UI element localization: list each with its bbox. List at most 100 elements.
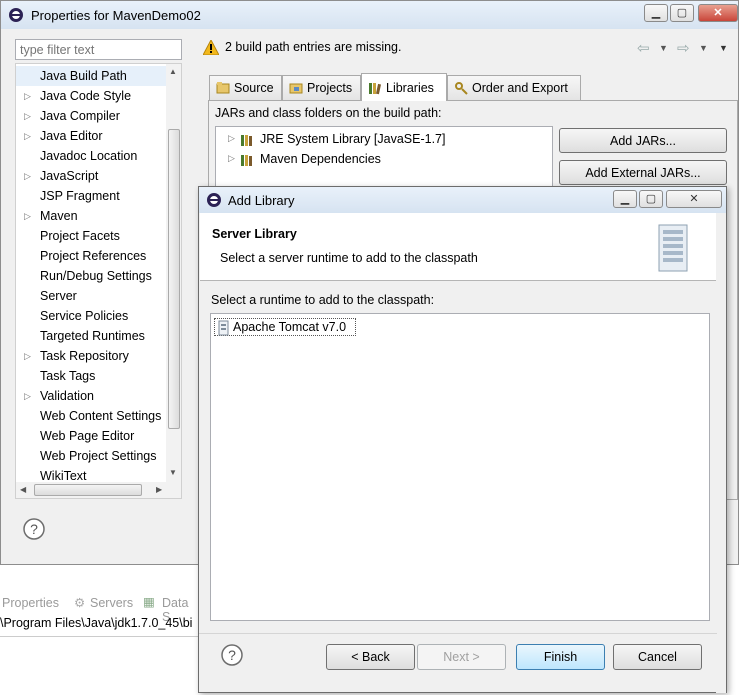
question-icon[interactable]: ? — [23, 518, 45, 540]
minimize-button[interactable]: ▁ — [644, 4, 668, 22]
tab-projects[interactable]: Projects — [282, 75, 361, 100]
server-runtime-icon — [218, 320, 229, 336]
scroll-thumb[interactable] — [168, 129, 180, 429]
expand-arrow-icon[interactable]: ▷ — [228, 153, 235, 164]
expand-arrow-icon[interactable]: ▷ — [24, 386, 31, 406]
tree-item[interactable]: Web Page Editor — [16, 426, 166, 446]
next-button[interactable]: Next > — [417, 644, 506, 670]
tab-projects-label: Projects — [307, 81, 353, 95]
tree-item-label: Project Facets — [40, 229, 120, 243]
help-question-icon[interactable]: ? — [221, 644, 243, 666]
properties-title: Properties for MavenDemo02 — [31, 8, 201, 23]
data-source-icon: ▦ — [143, 595, 155, 609]
projects-icon — [289, 83, 303, 94]
tab-order-export[interactable]: Order and Export — [447, 75, 581, 100]
finish-button[interactable]: Finish — [516, 644, 605, 670]
tree-item[interactable]: Web Content Settings — [16, 406, 166, 426]
bottom-view-tabs: Properties ⚙ Servers ▦ Data S — [0, 592, 200, 624]
filter-input[interactable] — [15, 39, 182, 60]
cancel-button[interactable]: Cancel — [613, 644, 702, 670]
h-scroll-thumb[interactable] — [34, 484, 142, 496]
dialog-minimize-button[interactable]: ▁ — [613, 190, 637, 208]
tree-item[interactable]: Java Build Path — [16, 66, 166, 86]
server-icon — [658, 224, 688, 272]
tree-item[interactable]: Project References — [16, 246, 166, 266]
scroll-left-arrow-icon[interactable]: ◀ — [20, 485, 26, 494]
expand-arrow-icon[interactable]: ▷ — [228, 133, 235, 144]
library-icon — [241, 155, 252, 166]
tab-order-export-label: Order and Export — [472, 81, 568, 95]
properties-title-bar: Properties for MavenDemo02 ▁ ▢ ✕ — [1, 1, 738, 29]
tree-item[interactable]: Run/Debug Settings — [16, 266, 166, 286]
servers-icon: ⚙ — [74, 596, 86, 610]
tab-properties-view[interactable]: Properties — [2, 596, 59, 610]
dialog-maximize-button[interactable]: ▢ — [639, 190, 663, 208]
expand-arrow-icon[interactable]: ▷ — [24, 106, 31, 126]
scroll-right-arrow-icon[interactable]: ▶ — [156, 485, 162, 494]
expand-arrow-icon[interactable]: ▷ — [24, 126, 31, 146]
tree-item-label: Validation — [40, 389, 94, 403]
tree-item-label: Maven — [40, 209, 78, 223]
tree-item[interactable]: Targeted Runtimes — [16, 326, 166, 346]
tree-item[interactable]: ▷ Maven — [16, 206, 166, 226]
tree-item-label: JavaScript — [40, 169, 99, 183]
add-library-dialog: Add Library ▁ ▢ ✕ Server Library Select … — [198, 186, 727, 693]
add-external-jars-button[interactable]: Add External JARs... — [559, 160, 727, 185]
tab-source[interactable]: Source — [209, 75, 282, 100]
tree-item[interactable]: ▷ Task Repository — [16, 346, 166, 366]
dialog-close-button[interactable]: ✕ — [666, 190, 722, 208]
library-item-jre[interactable]: ▷ JRE System Library [JavaSE-1.7] — [216, 130, 546, 150]
maximize-button[interactable]: ▢ — [670, 4, 694, 22]
expand-arrow-icon[interactable]: ▷ — [24, 346, 31, 366]
libraries-icon — [369, 82, 381, 94]
library-item-maven[interactable]: ▷ Maven Dependencies — [216, 150, 546, 170]
tree-item-label: Task Tags — [40, 369, 96, 383]
tree-item[interactable]: ▷ JavaScript — [16, 166, 166, 186]
tree-horizontal-scrollbar[interactable]: ◀ ▶ — [16, 482, 181, 498]
add-jars-button[interactable]: Add JARs... — [559, 128, 727, 153]
tab-servers-view[interactable]: Servers — [90, 596, 133, 610]
tree-item-label: Project References — [40, 249, 147, 263]
close-button[interactable]: ✕ — [698, 4, 738, 22]
expand-arrow-icon[interactable]: ▷ — [24, 166, 31, 186]
tree-item[interactable]: ▷ Java Compiler — [16, 106, 166, 126]
tree-item[interactable]: Web Project Settings — [16, 446, 166, 466]
back-button[interactable]: < Back — [326, 644, 415, 670]
tree-item-label: Web Content Settings — [40, 409, 162, 423]
tree-item[interactable]: Project Facets — [16, 226, 166, 246]
console-path-text: \Program Files\Java\jdk1.7.0_45\bi — [0, 616, 200, 634]
expand-arrow-icon[interactable]: ▷ — [24, 206, 31, 226]
scroll-up-arrow-icon[interactable]: ▲ — [169, 67, 177, 76]
tree-item[interactable]: Javadoc Location — [16, 146, 166, 166]
build-path-label: JARs and class folders on the build path… — [215, 106, 442, 120]
tree-item[interactable]: Task Tags — [16, 366, 166, 386]
tree-item[interactable]: JSP Fragment — [16, 186, 166, 206]
back-nav-icon[interactable]: ⇦ — [637, 39, 650, 57]
tree-item[interactable]: ▷ Java Editor — [16, 126, 166, 146]
tree-item-label: Java Build Path — [40, 69, 127, 83]
dialog-description: Select a server runtime to add to the cl… — [220, 251, 478, 265]
tree-item[interactable]: Service Policies — [16, 306, 166, 326]
forward-dropdown-icon[interactable]: ▼ — [699, 43, 708, 53]
tab-libraries-label: Libraries — [386, 80, 434, 95]
source-folder-icon — [216, 82, 230, 94]
eclipse-icon — [207, 193, 221, 207]
back-dropdown-icon[interactable]: ▼ — [659, 43, 668, 53]
dialog-title: Add Library — [228, 193, 295, 208]
scroll-down-arrow-icon[interactable]: ▼ — [169, 468, 177, 477]
view-menu-icon[interactable]: ▼ — [719, 43, 728, 53]
tab-libraries[interactable]: Libraries — [361, 73, 447, 101]
order-export-icon — [455, 82, 468, 95]
tree-item[interactable]: Server — [16, 286, 166, 306]
expand-arrow-icon[interactable]: ▷ — [24, 86, 31, 106]
tree-item-label: Server — [40, 289, 77, 303]
tree-vertical-scrollbar[interactable]: ▲ ▼ — [166, 64, 181, 482]
warning-icon — [203, 40, 219, 55]
tree-item-label: Task Repository — [40, 349, 129, 363]
tree-item-label: Targeted Runtimes — [40, 329, 145, 343]
tree-item[interactable]: ▷ Validation — [16, 386, 166, 406]
tree-item-label: Run/Debug Settings — [40, 269, 152, 283]
runtime-item-tomcat[interactable]: Apache Tomcat v7.0 — [214, 318, 356, 336]
forward-nav-icon[interactable]: ⇨ — [677, 39, 690, 57]
tree-item[interactable]: ▷ Java Code Style — [16, 86, 166, 106]
